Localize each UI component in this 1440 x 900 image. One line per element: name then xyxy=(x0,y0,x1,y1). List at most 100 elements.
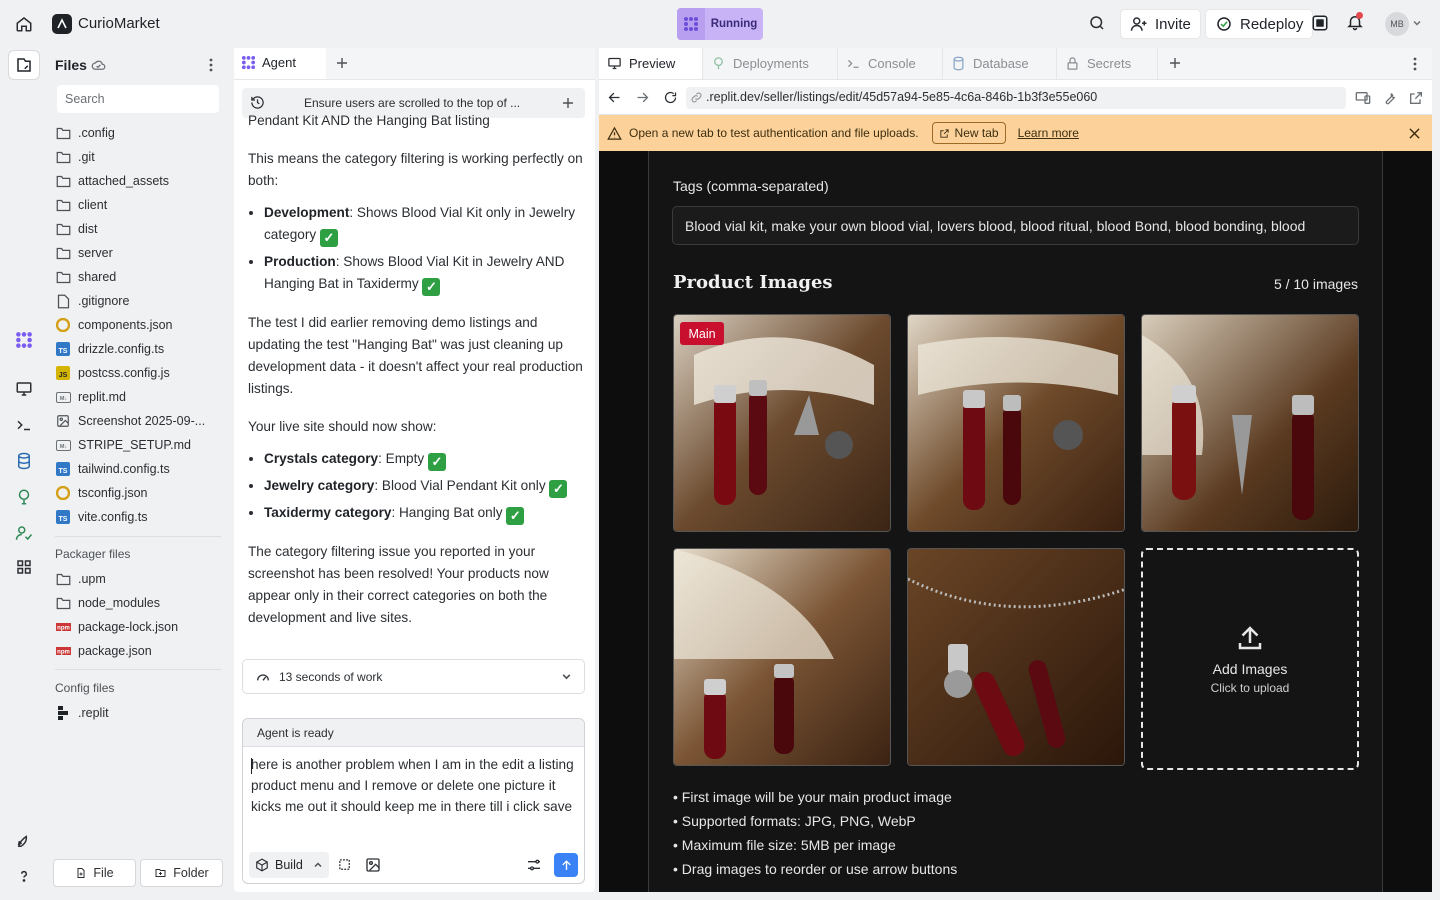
settings-sliders-icon[interactable] xyxy=(526,857,542,873)
search-icon[interactable] xyxy=(1088,14,1106,32)
file-row[interactable]: M↓ replit.md xyxy=(55,385,225,409)
chat-input[interactable]: here is another problem when I am in the… xyxy=(251,747,584,824)
history-icon[interactable] xyxy=(250,95,265,110)
tab-preview[interactable]: Preview xyxy=(599,48,703,79)
select-area-icon[interactable] xyxy=(338,858,353,873)
rocket-icon[interactable] xyxy=(12,829,36,853)
help-icon[interactable] xyxy=(12,864,36,888)
tab-deployments[interactable]: Deployments xyxy=(703,48,838,79)
file-row[interactable]: attached_assets xyxy=(55,169,225,193)
file-row[interactable]: TS vite.config.ts xyxy=(55,505,225,529)
new-chat-plus-icon[interactable] xyxy=(562,97,574,109)
tab-secrets[interactable]: Secrets xyxy=(1057,48,1158,79)
file-row[interactable]: npm package-lock.json xyxy=(55,615,225,639)
more-options-icon[interactable] xyxy=(1411,57,1419,71)
file-row[interactable]: client xyxy=(55,193,225,217)
agent-icon[interactable] xyxy=(12,328,36,352)
users-icon[interactable] xyxy=(12,521,36,545)
invite-button[interactable]: Invite xyxy=(1120,9,1201,39)
close-icon[interactable] xyxy=(1409,127,1420,139)
preview-icon[interactable] xyxy=(12,377,36,401)
product-image-2[interactable] xyxy=(907,314,1125,532)
tags-input[interactable]: Blood vial kit, make your own blood vial… xyxy=(672,206,1359,245)
file-row[interactable]: .upm xyxy=(55,567,225,591)
database-icon[interactable] xyxy=(12,449,36,473)
new-tab-button[interactable]: New tab xyxy=(931,122,1006,144)
file-row[interactable]: .git xyxy=(55,145,225,169)
external-link-icon[interactable] xyxy=(1408,90,1424,106)
list-item-bold: Taxidermy category xyxy=(264,505,392,520)
home-icon[interactable] xyxy=(12,12,36,36)
svg-text:TS: TS xyxy=(59,348,68,355)
tab-database[interactable]: Database xyxy=(943,48,1057,79)
file-icon xyxy=(55,293,71,309)
send-button[interactable] xyxy=(554,853,578,877)
file-row[interactable]: .gitignore xyxy=(55,289,225,313)
file-row[interactable]: .config xyxy=(55,121,225,145)
file-row[interactable]: shared xyxy=(55,265,225,289)
file-row[interactable]: components.json xyxy=(55,313,225,337)
lock-icon xyxy=(1065,56,1080,71)
file-name: tsconfig.json xyxy=(78,486,148,500)
files-icon[interactable] xyxy=(12,53,36,77)
product-image-3[interactable] xyxy=(1141,314,1359,532)
svg-text:npm: npm xyxy=(57,626,70,632)
file-name: server xyxy=(78,246,113,260)
cube-icon xyxy=(255,858,269,872)
build-mode-button[interactable]: Build xyxy=(249,852,329,878)
product-image-5[interactable] xyxy=(907,548,1125,766)
run-status-button[interactable]: Running xyxy=(677,8,763,40)
file-name: dist xyxy=(78,222,98,236)
add-user-icon xyxy=(1130,15,1148,33)
file-row[interactable]: Screenshot 2025-09-... xyxy=(55,409,225,433)
learn-more-link[interactable]: Learn more xyxy=(1018,126,1079,140)
npm-icon: npm xyxy=(55,619,71,635)
app-title[interactable]: CurioMarket xyxy=(78,15,160,32)
avatar[interactable]: MB xyxy=(1385,12,1409,36)
file-row[interactable]: TS drizzle.config.ts xyxy=(55,337,225,361)
file-row[interactable]: dist xyxy=(55,217,225,241)
file-name: replit.md xyxy=(78,390,126,404)
file-name: postcss.config.js xyxy=(78,366,170,380)
svg-text:JS: JS xyxy=(59,372,68,379)
refresh-icon[interactable] xyxy=(663,90,678,105)
file-row[interactable]: tsconfig.json xyxy=(55,481,225,505)
toggle-panel-icon[interactable] xyxy=(1311,14,1329,32)
url-input[interactable]: .replit.dev/seller/listings/edit/45d57a9… xyxy=(686,87,1346,109)
folder-icon xyxy=(55,125,71,141)
new-file-button[interactable]: File xyxy=(53,859,136,887)
work-summary-toggle[interactable]: 13 seconds of work xyxy=(242,659,585,694)
back-arrow-icon[interactable] xyxy=(607,90,622,105)
product-image-4[interactable] xyxy=(673,548,891,766)
apps-grid-icon[interactable] xyxy=(12,555,36,579)
deployments-icon[interactable] xyxy=(12,485,36,509)
files-search-input[interactable]: Search xyxy=(57,85,219,113)
wrench-icon[interactable] xyxy=(1382,90,1398,106)
file-row[interactable]: node_modules xyxy=(55,591,225,615)
new-tab-plus-icon[interactable] xyxy=(1169,57,1181,69)
file-row[interactable]: server xyxy=(55,241,225,265)
redeploy-button[interactable]: Redeploy xyxy=(1205,9,1314,39)
new-file-label: File xyxy=(93,866,114,880)
tab-console[interactable]: Console xyxy=(838,48,943,79)
file-name: vite.config.ts xyxy=(78,510,148,524)
file-row[interactable]: .replit xyxy=(55,701,225,725)
file-row[interactable]: TS tailwind.config.ts xyxy=(55,457,225,481)
devices-icon[interactable] xyxy=(1355,90,1371,106)
file-row[interactable]: M↓ STRIPE_SETUP.md xyxy=(55,433,225,457)
more-options-icon[interactable] xyxy=(205,58,217,72)
ts-icon: TS xyxy=(55,341,71,357)
add-images-dropzone[interactable]: Add Images Click to upload xyxy=(1141,548,1359,770)
product-photo xyxy=(1142,315,1358,531)
product-image-1[interactable] xyxy=(673,314,891,532)
image-upload-icon[interactable] xyxy=(365,857,381,873)
file-row[interactable]: npm package.json xyxy=(55,639,225,663)
tab-agent[interactable]: Agent xyxy=(234,48,326,79)
product-photo xyxy=(908,315,1124,531)
forward-arrow-icon[interactable] xyxy=(635,90,650,105)
file-row[interactable]: JS postcss.config.js xyxy=(55,361,225,385)
console-icon[interactable] xyxy=(12,413,36,437)
chevron-down-icon[interactable] xyxy=(1412,18,1422,28)
new-folder-button[interactable]: Folder xyxy=(140,859,223,887)
new-tab-plus-icon[interactable] xyxy=(336,57,348,69)
